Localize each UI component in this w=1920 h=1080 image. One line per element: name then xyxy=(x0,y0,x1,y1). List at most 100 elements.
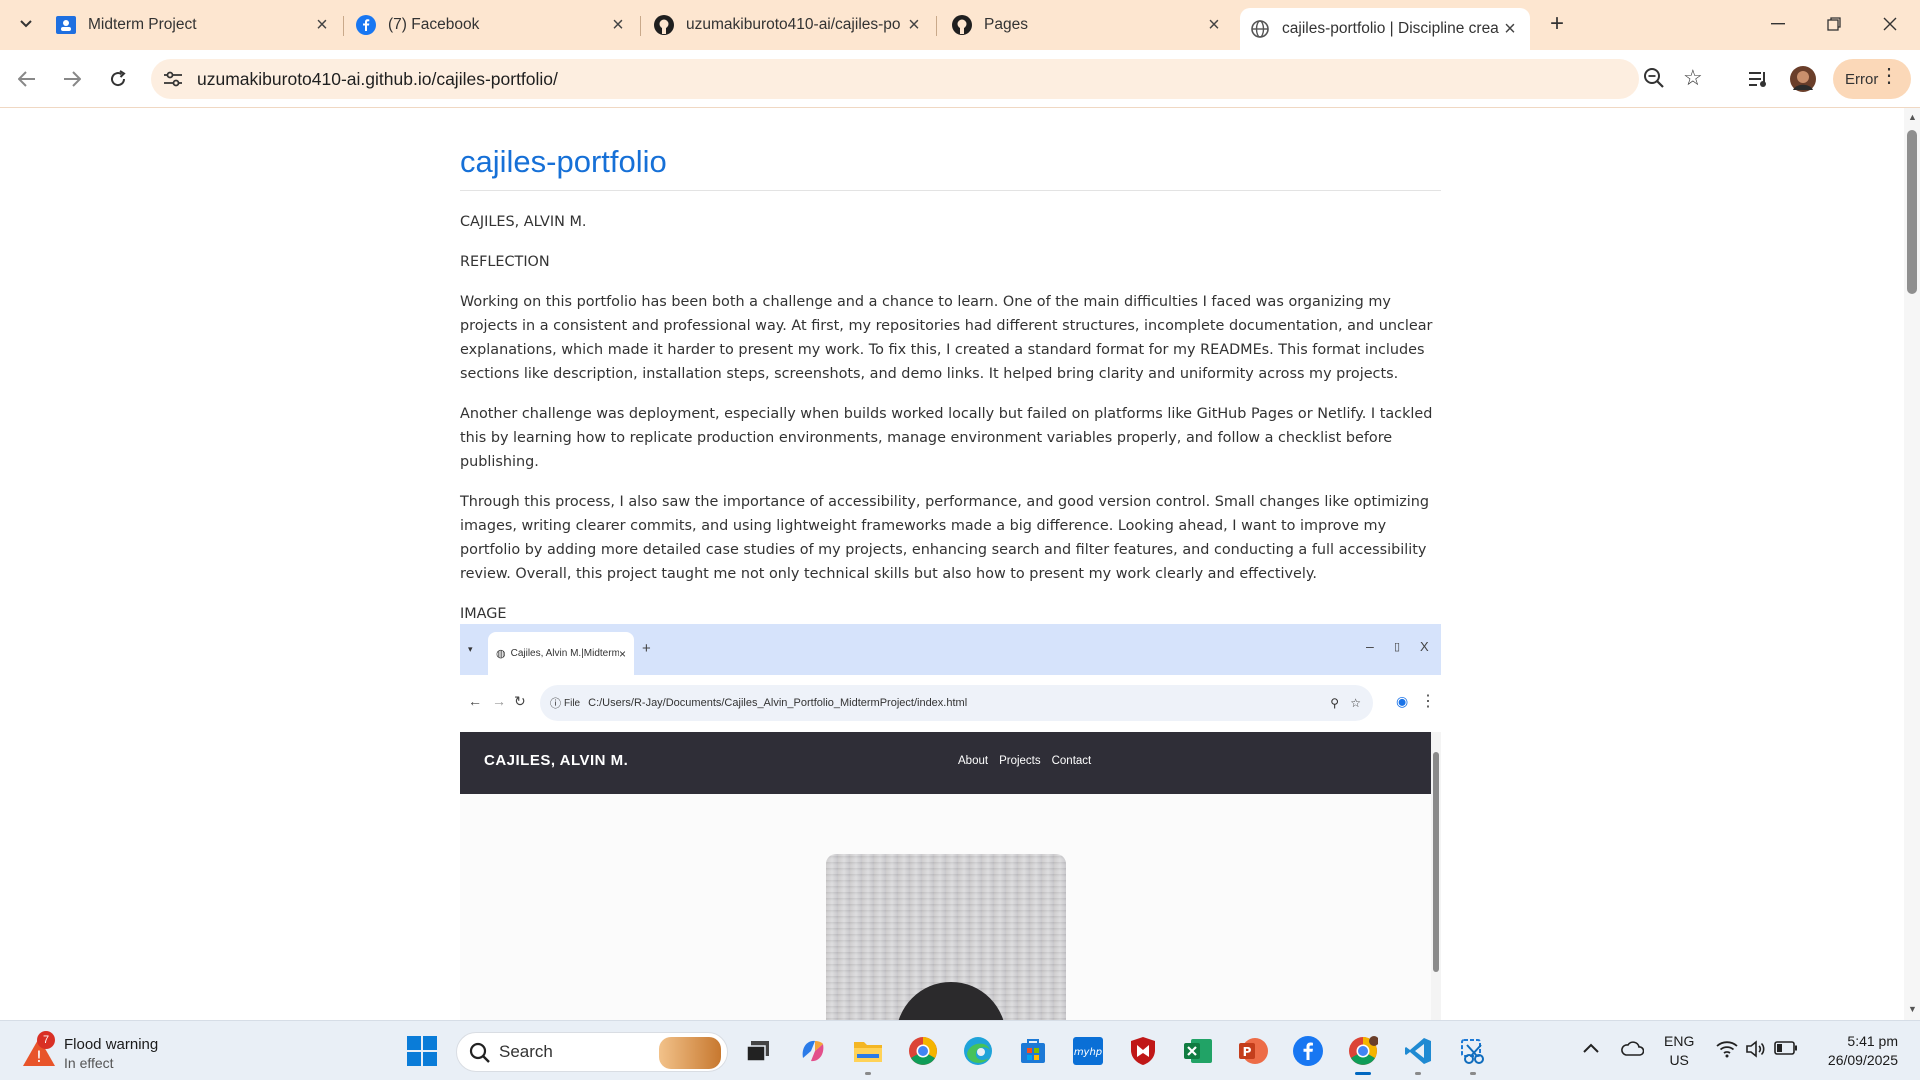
author-name: CAJILES, ALVIN M. xyxy=(460,214,587,230)
svg-text:myhp: myhp xyxy=(1074,1047,1102,1058)
screenshot-address-bar: ⓘ File C:/Users/R-Jay/Documents/Cajiles_… xyxy=(540,685,1373,721)
onedrive-button[interactable] xyxy=(1620,1040,1645,1059)
show-hidden-icons-button[interactable] xyxy=(1583,1040,1599,1056)
battery-icon xyxy=(1774,1041,1797,1055)
tab-separator xyxy=(343,16,344,36)
store-icon xyxy=(1021,1039,1045,1063)
battery-button[interactable] xyxy=(1774,1041,1798,1058)
chrome-icon xyxy=(909,1037,937,1065)
reload-icon xyxy=(111,70,126,87)
tab-midterm-project[interactable]: Midterm Project × xyxy=(56,8,332,42)
taskbar-search[interactable]: Search xyxy=(456,1032,728,1072)
screenshot-toolbar: ← → ↻ ⓘ File C:/Users/R-Jay/Documents/Ca… xyxy=(460,675,1441,732)
tab-search-button[interactable] xyxy=(12,10,40,38)
scrollbar-thumb[interactable] xyxy=(1907,130,1917,294)
close-icon[interactable]: × xyxy=(608,14,628,36)
profile-avatar[interactable] xyxy=(1788,64,1818,94)
google-classroom-icon xyxy=(56,15,76,35)
screenshot-tab-title: Cajiles, Alvin M.|MidtermProje xyxy=(510,648,619,659)
browser-toolbar: uzumakiburoto410-ai.github.io/cajiles-po… xyxy=(0,50,1920,108)
reload-button[interactable] xyxy=(103,64,133,94)
close-icon[interactable]: × xyxy=(904,14,924,36)
volume-button[interactable] xyxy=(1746,1040,1766,1061)
more-options-icon[interactable]: ⋮ xyxy=(1879,66,1899,86)
start-button[interactable] xyxy=(402,1031,442,1071)
close-icon[interactable]: × xyxy=(312,14,332,36)
onedrive-cloud-icon xyxy=(1621,1041,1645,1056)
vscode-icon xyxy=(1405,1038,1431,1064)
screenshot-tab: ◍ Cajiles, Alvin M.|MidtermProje × xyxy=(488,632,634,675)
tab-separator xyxy=(936,16,937,36)
address-bar[interactable]: uzumakiburoto410-ai.github.io/cajiles-po… xyxy=(151,59,1703,99)
chrome-active-button[interactable] xyxy=(1343,1031,1383,1075)
powerpoint-icon: P xyxy=(1239,1038,1268,1064)
screenshot-tab-strip: ▾ ◍ Cajiles, Alvin M.|MidtermProje × + –… xyxy=(460,624,1441,675)
page-scrollbar[interactable]: ▲ ▼ xyxy=(1904,108,1920,1020)
vscode-button[interactable] xyxy=(1398,1031,1438,1075)
chrome-button[interactable] xyxy=(903,1031,943,1071)
zoom-icon[interactable] xyxy=(1643,67,1665,94)
close-window-button[interactable] xyxy=(1870,8,1910,40)
tab-cajiles-portfolio[interactable]: cajiles-portfolio | Discipline crea × xyxy=(1240,8,1530,50)
bookmark-star-icon[interactable]: ☆ xyxy=(1683,65,1703,91)
powerpoint-button[interactable]: P xyxy=(1233,1031,1273,1071)
tab-github-repo[interactable]: uzumakiburoto410-ai/cajiles-po × xyxy=(654,8,924,42)
language-indicator[interactable]: ENG US xyxy=(1664,1032,1694,1070)
weather-alert-badge: 7 xyxy=(37,1031,55,1049)
profile-error-button[interactable]: Error ⋮ xyxy=(1833,59,1911,99)
copilot-button[interactable] xyxy=(793,1031,833,1071)
github-icon xyxy=(654,15,674,35)
restore-icon: ▯ xyxy=(1394,641,1401,653)
svg-text:P: P xyxy=(1243,1045,1252,1059)
excel-button[interactable] xyxy=(1178,1031,1218,1071)
minimize-button[interactable] xyxy=(1758,8,1798,40)
close-icon[interactable]: × xyxy=(1500,18,1520,40)
weather-status: In effect xyxy=(64,1055,114,1071)
tab-pages[interactable]: Pages × xyxy=(952,8,1224,42)
new-tab-button[interactable]: + xyxy=(1543,10,1571,38)
system-clock[interactable]: 5:41 pm 26/09/2025 xyxy=(1818,1032,1898,1070)
store-button[interactable] xyxy=(1013,1031,1053,1071)
windows-logo-icon xyxy=(407,1036,437,1066)
media-queue-icon xyxy=(1749,72,1766,87)
page-title[interactable]: cajiles-portfolio xyxy=(460,144,1441,191)
scroll-up-arrow-icon[interactable]: ▲ xyxy=(1908,112,1917,122)
minimize-icon: – xyxy=(1366,638,1374,654)
tab-strip: Midterm Project × (7) Facebook × uzumaki… xyxy=(0,0,1920,50)
site-info-icon[interactable] xyxy=(161,67,185,91)
photo-subject xyxy=(896,982,1006,1020)
close-icon[interactable]: × xyxy=(1204,14,1224,36)
weather-widget[interactable]: ! 7 Flood warning In effect xyxy=(22,1029,222,1073)
tab-title: Pages xyxy=(984,16,1028,33)
facebook-app-button[interactable] xyxy=(1288,1031,1328,1071)
globe-icon: ◍ xyxy=(496,648,506,660)
forward-arrow-icon xyxy=(64,71,81,87)
snipping-tool-button[interactable] xyxy=(1453,1031,1493,1075)
scroll-down-arrow-icon[interactable]: ▼ xyxy=(1908,1004,1917,1014)
file-explorer-button[interactable] xyxy=(848,1031,888,1075)
task-view-icon xyxy=(746,1041,769,1062)
url-text[interactable]: uzumakiburoto410-ai.github.io/cajiles-po… xyxy=(197,69,558,90)
mcafee-button[interactable] xyxy=(1123,1031,1163,1071)
tab-title: Midterm Project xyxy=(88,16,197,33)
back-arrow-icon: ← xyxy=(468,693,482,709)
forward-button[interactable] xyxy=(57,64,87,94)
edge-button[interactable] xyxy=(958,1031,998,1071)
tab-facebook[interactable]: (7) Facebook × xyxy=(356,8,628,42)
back-button[interactable] xyxy=(12,64,42,94)
wifi-button[interactable] xyxy=(1716,1040,1738,1061)
close-icon: × xyxy=(618,646,626,661)
bookmark-star-icon: ☆ xyxy=(1350,696,1361,710)
plus-icon: + xyxy=(642,640,651,657)
media-controls-button[interactable] xyxy=(1744,64,1774,94)
file-label: File xyxy=(564,697,581,709)
back-arrow-icon xyxy=(18,71,35,87)
section-heading: REFLECTION xyxy=(460,254,550,270)
restore-button[interactable] xyxy=(1814,8,1854,40)
tab-separator xyxy=(640,16,641,36)
facebook-icon xyxy=(356,15,376,35)
task-view-button[interactable] xyxy=(738,1031,778,1071)
myhp-button[interactable]: myhp xyxy=(1068,1031,1108,1071)
tab-title: (7) Facebook xyxy=(388,16,480,33)
chevron-down-icon: ▾ xyxy=(468,644,473,654)
